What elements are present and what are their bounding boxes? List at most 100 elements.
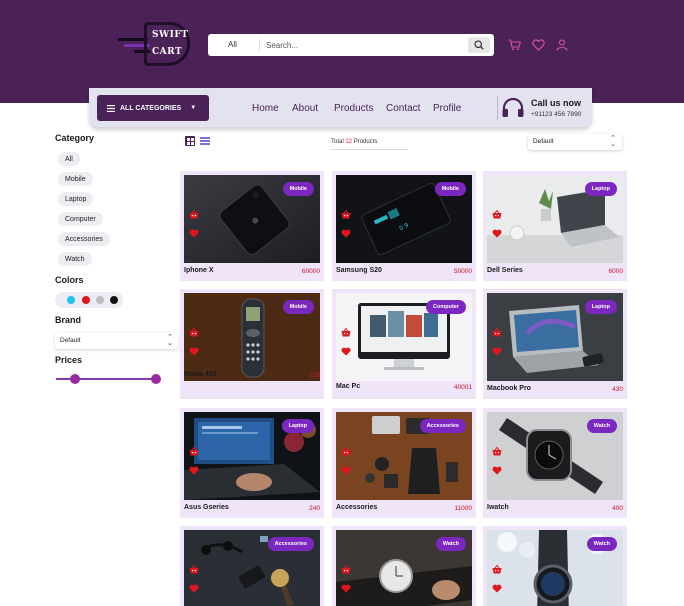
product-card[interactable]: Mobile Iphone X 60000 — [180, 171, 324, 281]
product-image[interactable]: 0 9 Mobile — [336, 175, 472, 263]
favorite-heart-icon[interactable] — [341, 462, 351, 475]
add-to-cart-icon[interactable] — [189, 324, 199, 337]
nav-link-profile[interactable]: Profile — [433, 103, 461, 114]
add-to-cart-icon[interactable] — [492, 443, 502, 456]
product-name[interactable]: Macbook Pro — [487, 385, 531, 392]
add-to-cart-icon[interactable] — [341, 324, 351, 337]
wishlist-heart-icon[interactable] — [531, 38, 545, 52]
favorite-heart-icon[interactable] — [189, 343, 199, 356]
search-category-select[interactable]: All — [228, 40, 237, 49]
favorite-heart-icon[interactable] — [341, 580, 351, 593]
color-swatch-black[interactable] — [110, 296, 118, 304]
product-category-badge: Laptop — [584, 300, 617, 314]
favorite-heart-icon[interactable] — [341, 343, 351, 356]
product-price: 11000 — [454, 505, 472, 512]
product-image[interactable]: Mobile — [184, 293, 320, 381]
favorite-heart-icon[interactable] — [189, 225, 199, 238]
product-card[interactable]: Watch Iwatch 400 — [483, 408, 627, 518]
sort-select[interactable]: Default ⌃ ⌄ — [528, 134, 622, 150]
product-name[interactable]: Iwatch — [487, 504, 509, 511]
price-range-min-handle[interactable] — [69, 374, 80, 384]
brand-logo[interactable]: SWIFT CART — [116, 20, 194, 70]
product-card[interactable]: Watch — [483, 526, 627, 606]
add-to-cart-icon[interactable] — [189, 561, 199, 574]
product-image[interactable]: Laptop — [184, 412, 320, 500]
product-image[interactable]: Accessories — [336, 412, 472, 500]
total-prefix: Total — [331, 139, 344, 145]
nav-link-products[interactable]: Products — [334, 103, 373, 114]
product-card[interactable]: Laptop Dell Series 6000 — [483, 171, 627, 281]
product-card[interactable]: Accessories Accessories 11000 — [332, 408, 476, 518]
color-swatch-cyan[interactable] — [67, 296, 75, 304]
brand-select[interactable]: Default ⌃ ⌄ — [55, 333, 178, 349]
category-chip-computer[interactable]: Computer — [58, 212, 103, 226]
add-to-cart-icon[interactable] — [341, 443, 351, 456]
add-to-cart-icon[interactable] — [492, 324, 502, 337]
product-card[interactable]: 0 9 Mobile Samsung S20 50000 — [332, 171, 476, 281]
add-to-cart-icon[interactable] — [341, 206, 351, 219]
product-card[interactable]: Laptop Asus Gseries 240 — [180, 408, 324, 518]
product-card[interactable]: Mobile Nokia 420 126 — [180, 289, 324, 399]
favorite-heart-icon[interactable] — [189, 462, 199, 475]
all-categories-button[interactable]: ALL CATEGORIES ▼ — [97, 95, 209, 121]
category-chip-all[interactable]: All — [58, 152, 80, 166]
price-range-max-handle[interactable] — [150, 374, 161, 384]
search-button[interactable] — [468, 37, 490, 53]
product-image[interactable]: Watch — [487, 412, 623, 500]
add-to-cart-icon[interactable] — [492, 206, 502, 219]
color-swatch-red[interactable] — [82, 296, 90, 304]
product-image[interactable]: Accessories — [184, 530, 320, 606]
product-card[interactable]: Accessories — [180, 526, 324, 606]
favorite-heart-icon[interactable] — [189, 580, 199, 593]
add-to-cart-icon[interactable] — [189, 443, 199, 456]
add-to-cart-icon[interactable] — [189, 206, 199, 219]
favorite-heart-icon[interactable] — [492, 225, 502, 238]
nav-link-contact[interactable]: Contact — [386, 103, 420, 114]
product-image[interactable]: Watch — [487, 530, 623, 606]
product-name[interactable]: Iphone X — [184, 267, 214, 274]
user-profile-icon[interactable] — [555, 38, 569, 52]
product-name[interactable]: Asus Gseries — [184, 504, 229, 511]
product-category-badge: Laptop — [584, 182, 617, 196]
product-category-badge: Computer — [426, 300, 466, 314]
product-name[interactable]: Samsung S20 — [336, 267, 382, 274]
category-chip-watch[interactable]: Watch — [58, 252, 92, 266]
category-chip-laptop[interactable]: Laptop — [58, 192, 94, 206]
brand-heading: Brand — [55, 315, 82, 325]
favorite-heart-icon[interactable] — [492, 343, 502, 356]
category-chip-mobile[interactable]: Mobile — [58, 172, 93, 186]
product-price: 430 — [612, 386, 623, 393]
main-nav: ALL CATEGORIES ▼ Home About Products Con… — [89, 88, 592, 127]
product-image[interactable]: Laptop — [487, 175, 623, 263]
add-to-cart-icon[interactable] — [341, 561, 351, 574]
favorite-heart-icon[interactable] — [341, 225, 351, 238]
product-image[interactable]: Laptop — [487, 293, 623, 381]
list-view-button[interactable] — [200, 136, 210, 146]
product-name[interactable]: Accessories — [336, 504, 377, 511]
favorite-heart-icon[interactable] — [492, 580, 502, 593]
product-image[interactable]: Computer — [336, 293, 472, 381]
cart-icon[interactable] — [507, 38, 521, 52]
product-card[interactable]: Computer Mac Pc 40001 — [332, 289, 476, 399]
product-card[interactable]: Laptop Macbook Pro 430 — [483, 289, 627, 399]
product-category-badge: Accessories — [419, 419, 466, 433]
product-name[interactable]: Dell Series — [487, 267, 523, 274]
add-to-cart-icon[interactable] — [492, 561, 502, 574]
product-card[interactable]: Watch — [332, 526, 476, 606]
category-chip-accessories[interactable]: Accessories — [58, 232, 110, 246]
grid-view-button[interactable] — [185, 136, 195, 146]
product-image[interactable]: Mobile — [184, 175, 320, 263]
nav-link-about[interactable]: About — [292, 103, 318, 114]
product-category-badge: Watch — [435, 537, 466, 551]
product-name[interactable]: Mac Pc — [336, 383, 360, 390]
logo-word-cart: CART — [152, 47, 183, 57]
color-swatch-gray[interactable] — [96, 296, 104, 304]
call-us-number[interactable]: +91123 456 7890 — [531, 111, 581, 118]
total-underline — [330, 149, 408, 150]
product-image[interactable]: Watch — [336, 530, 472, 606]
all-categories-label: ALL CATEGORIES — [120, 104, 182, 112]
search-input[interactable] — [266, 37, 466, 53]
product-name[interactable]: Nokia 420 — [184, 371, 217, 378]
nav-link-home[interactable]: Home — [252, 103, 279, 114]
favorite-heart-icon[interactable] — [492, 462, 502, 475]
